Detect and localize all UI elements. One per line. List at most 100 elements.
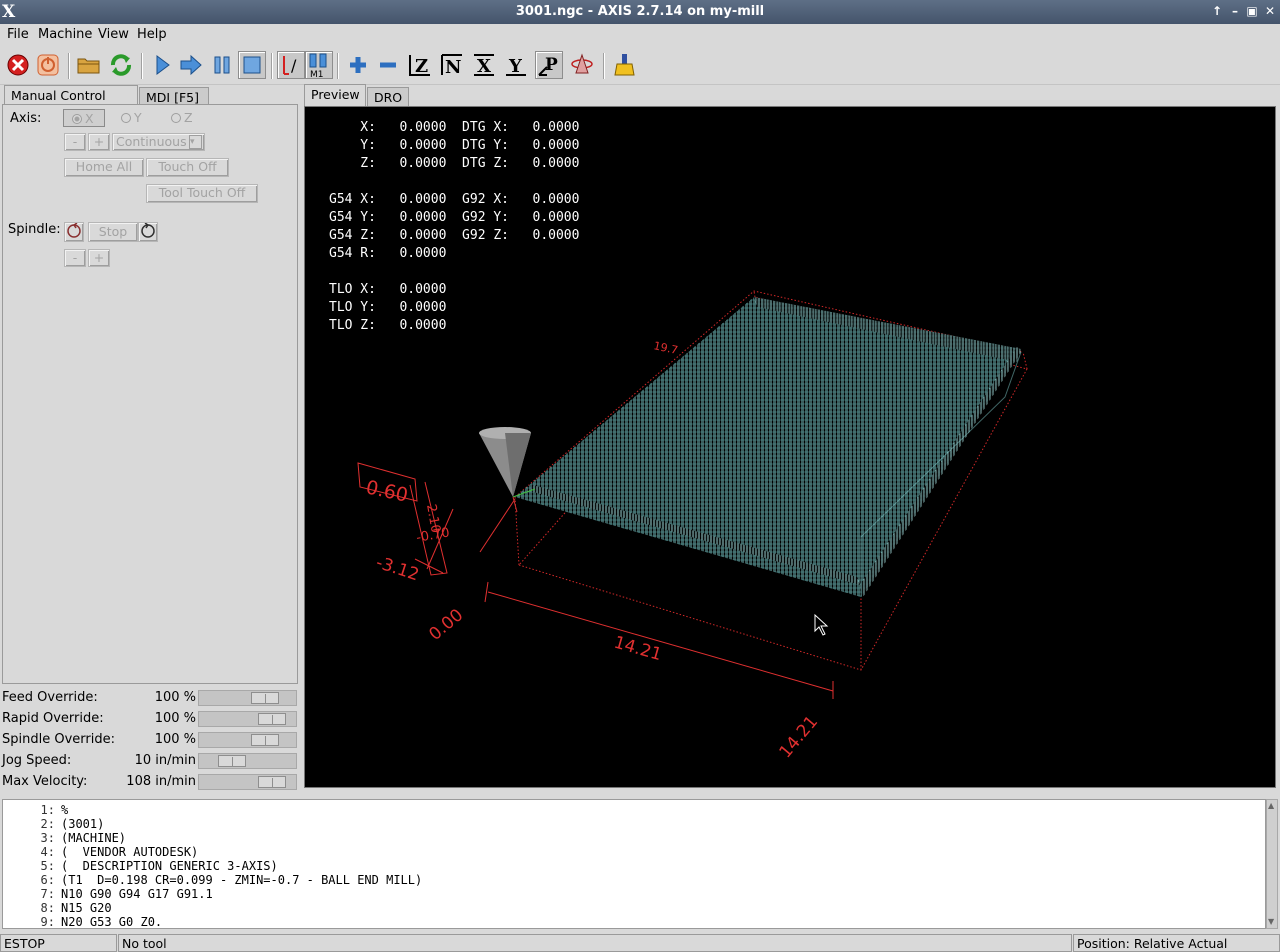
- view-p-button[interactable]: P: [535, 51, 563, 79]
- raise-window-icon[interactable]: ↑: [1209, 3, 1225, 19]
- radio-icon: [171, 113, 181, 123]
- spindle-slower-button[interactable]: -: [64, 249, 86, 267]
- menu-file[interactable]: File: [7, 27, 29, 42]
- dro-line: TLO X: 0.0000: [329, 282, 447, 297]
- home-all-button[interactable]: Home All: [64, 158, 144, 177]
- step-button[interactable]: [177, 51, 205, 79]
- spindle-override-slider[interactable]: [198, 732, 297, 748]
- zoom-out-button[interactable]: [374, 51, 402, 79]
- view-z-button[interactable]: Z: [406, 51, 434, 79]
- svg-text:M1: M1: [310, 70, 324, 78]
- gcode-line[interactable]: 1:%: [3, 803, 1265, 817]
- stop-icon: [243, 56, 261, 74]
- dro-line: G54 Y: 0.0000 G92 Y: 0.0000: [329, 210, 580, 225]
- gcode-line-text: (T1 D=0.198 CR=0.099 - ZMIN=-0.7 - BALL …: [61, 873, 423, 887]
- block-delete-button[interactable]: /: [277, 51, 305, 79]
- optional-stop-button[interactable]: M1: [305, 51, 333, 79]
- reload-button[interactable]: [107, 51, 135, 79]
- maximize-icon[interactable]: ▣: [1244, 3, 1260, 19]
- slider-thumb[interactable]: [258, 713, 286, 725]
- gcode-line[interactable]: 7: N10 G90 G94 G17 G91.1: [3, 887, 1265, 901]
- feed-override-row: Feed Override: 100 %: [2, 688, 298, 708]
- rapid-override-row: Rapid Override: 100 %: [2, 709, 298, 729]
- optional-stop-icon: M1: [309, 53, 327, 78]
- view-y-button[interactable]: Y: [502, 51, 530, 79]
- gcode-listing[interactable]: 1:% 2: (3001) 3: (MACHINE) 4:( VENDOR AUTODES…: [2, 799, 1266, 929]
- gcode-line[interactable]: 6: (T1 D=0.198 CR=0.099 - ZMIN=-0.7 - BAL…: [3, 873, 1265, 887]
- tab-dro[interactable]: DRO: [367, 87, 409, 107]
- jog-speed-slider[interactable]: [198, 753, 297, 769]
- dro-line: G54 Z: 0.0000 G92 Z: 0.0000: [329, 228, 580, 243]
- slider-thumb[interactable]: [218, 755, 246, 767]
- gcode-line[interactable]: 5: ( DESCRIPTION GENERIC 3-AXIS): [3, 859, 1265, 873]
- view-x-button[interactable]: X: [470, 51, 498, 79]
- gcode-line-number: 8:: [40, 901, 55, 915]
- gcode-line[interactable]: 9: N20 G53 G0 Z0.: [3, 915, 1265, 929]
- slider-thumb[interactable]: [251, 734, 279, 746]
- toolbar-separator: [337, 53, 339, 79]
- close-icon[interactable]: ✕: [1262, 3, 1278, 19]
- zoom-in-button[interactable]: [344, 51, 372, 79]
- gcode-line-text: ( DESCRIPTION GENERIC 3-AXIS): [61, 859, 278, 873]
- open-file-button[interactable]: [75, 51, 103, 79]
- spindle-faster-button[interactable]: +: [88, 249, 110, 267]
- pause-button[interactable]: [208, 51, 236, 79]
- gcode-line[interactable]: 8: N15 G20: [3, 901, 1265, 915]
- status-state: ESTOP: [0, 934, 117, 952]
- slider-thumb[interactable]: [251, 692, 279, 704]
- estop-button[interactable]: [4, 51, 32, 79]
- toolpath-mesh: [515, 297, 1022, 597]
- view-z2-button[interactable]: N: [438, 51, 466, 79]
- touch-off-button[interactable]: Touch Off: [146, 158, 229, 177]
- axis-radio-z[interactable]: Z: [171, 110, 193, 125]
- tool-touch-off-button[interactable]: Tool Touch Off: [146, 184, 258, 203]
- zoom-in-icon: [350, 57, 366, 73]
- slider-thumb[interactable]: [258, 776, 286, 788]
- jog-plus-button[interactable]: +: [88, 133, 110, 151]
- clear-plot-button[interactable]: [610, 51, 638, 79]
- scroll-down-icon[interactable]: ▼: [1268, 917, 1276, 927]
- menu-help[interactable]: Help: [137, 27, 167, 42]
- dim-label-d: 14.21: [776, 712, 823, 762]
- dim-label-a: -3.12: [373, 553, 421, 586]
- rapid-override-slider[interactable]: [198, 711, 297, 727]
- view-y-icon: Y: [506, 56, 526, 77]
- svg-text:/: /: [291, 56, 297, 75]
- gcode-line-number: 9:: [40, 915, 55, 929]
- menu-machine[interactable]: Machine: [38, 27, 92, 42]
- scroll-up-icon[interactable]: ▲: [1268, 801, 1276, 811]
- menu-view[interactable]: View: [98, 27, 129, 42]
- max-velocity-slider[interactable]: [198, 774, 297, 790]
- spindle-ccw-button[interactable]: [64, 222, 84, 242]
- gcode-line[interactable]: 3: (MACHINE): [3, 831, 1265, 845]
- spindle-cw-button[interactable]: [138, 222, 158, 242]
- tab-preview[interactable]: Preview: [304, 84, 366, 106]
- machine-power-button[interactable]: [34, 51, 62, 79]
- gcode-line-text: N20 G53 G0 Z0.: [61, 915, 163, 929]
- preview-canvas[interactable]: 0.60 -3.12 0.00 14.21 14.21 19.7 -0.70 2…: [304, 106, 1276, 788]
- gcode-line-text: (MACHINE): [61, 831, 127, 845]
- pause-icon: [214, 56, 230, 74]
- gcode-line[interactable]: 2: (3001): [3, 817, 1265, 831]
- spindle-stop-button[interactable]: Stop: [88, 222, 138, 242]
- jog-minus-button[interactable]: -: [64, 133, 86, 151]
- svg-text:N: N: [445, 57, 461, 77]
- dro-line: [329, 173, 579, 191]
- axis-radio-y[interactable]: Y: [121, 110, 142, 125]
- gcode-line-number: 4:: [40, 845, 55, 859]
- minimize-icon[interactable]: –: [1227, 3, 1243, 19]
- rotate-view-button[interactable]: [568, 51, 596, 79]
- dim-label-b: 0.00: [425, 605, 467, 645]
- run-program-button[interactable]: [148, 51, 176, 79]
- toolbar: / M1 Z N X Y P: [0, 47, 1280, 85]
- jog-mode-select[interactable]: Continuous ▾: [112, 133, 205, 151]
- dro-line: TLO Z: 0.0000: [329, 318, 447, 333]
- stop-button[interactable]: [238, 51, 266, 79]
- axis-radio-x[interactable]: X: [63, 109, 105, 127]
- dro-line: G54 X: 0.0000 G92 X: 0.0000: [329, 192, 580, 207]
- gcode-line[interactable]: 4: ( VENDOR AUTODESK): [3, 845, 1265, 859]
- spindle-override-value: 100 %: [154, 732, 196, 747]
- max-velocity-label: Max Velocity:: [2, 774, 88, 789]
- feed-override-slider[interactable]: [198, 690, 297, 706]
- gcode-scrollbar[interactable]: ▲ ▼: [1266, 799, 1278, 929]
